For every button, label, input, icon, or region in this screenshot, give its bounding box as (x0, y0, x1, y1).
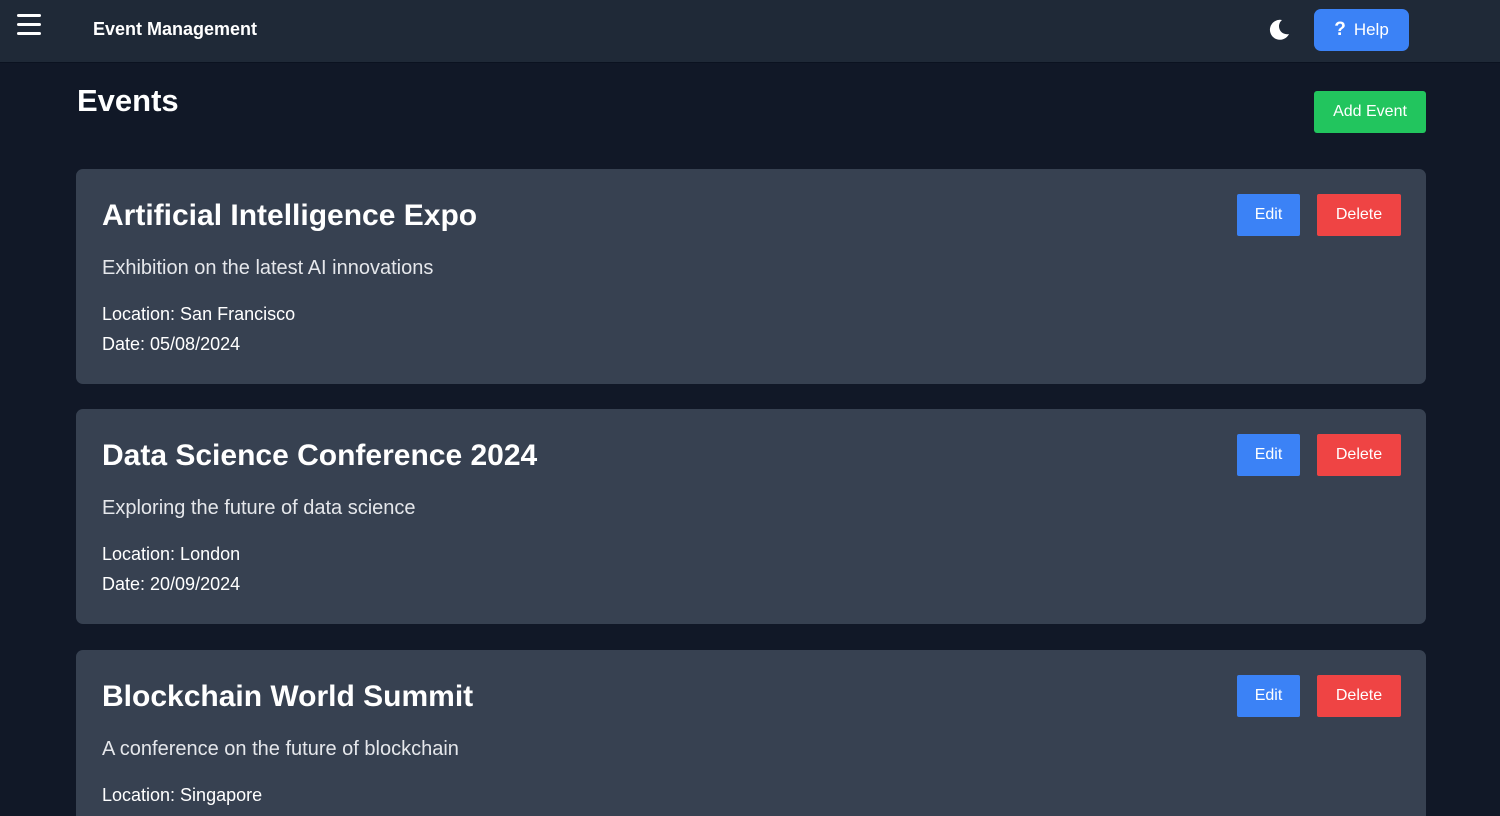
delete-event-button[interactable]: Delete (1317, 194, 1401, 236)
page-title: Events (77, 83, 179, 118)
event-location: Location: San Francisco (102, 304, 296, 324)
event-title: Blockchain World Summit (102, 680, 474, 713)
moon-icon[interactable] (1266, 17, 1292, 43)
event-location: Location: Singapore (102, 785, 263, 805)
help-button[interactable]: ? Help (1314, 9, 1409, 51)
event-card: Blockchain World Summit A conference on … (76, 650, 1426, 816)
add-event-button[interactable]: Add Event (1314, 91, 1426, 133)
event-date: Date: 05/08/2024 (102, 334, 241, 354)
event-card: Artificial Intelligence Expo Exhibition … (76, 169, 1426, 384)
delete-event-button[interactable]: Delete (1317, 675, 1401, 717)
event-description: A conference on the future of blockchain (102, 738, 459, 760)
event-description: Exploring the future of data science (102, 497, 416, 519)
delete-event-button[interactable]: Delete (1317, 434, 1401, 476)
event-card: Data Science Conference 2024 Exploring t… (76, 409, 1426, 624)
help-label: Help (1353, 20, 1389, 39)
app-title: Event Management (93, 19, 258, 39)
hamburger-menu-icon[interactable] (17, 14, 41, 36)
event-date: Date: 20/09/2024 (102, 574, 241, 594)
event-title: Artificial Intelligence Expo (102, 199, 478, 232)
event-location: Location: London (102, 544, 241, 564)
top-navigation-bar: Event Management ? Help (0, 0, 1500, 63)
edit-event-button[interactable]: Edit (1237, 434, 1300, 476)
question-mark-icon: ? (1334, 19, 1346, 40)
event-title: Data Science Conference 2024 (102, 439, 538, 472)
edit-event-button[interactable]: Edit (1237, 194, 1300, 236)
edit-event-button[interactable]: Edit (1237, 675, 1300, 717)
event-description: Exhibition on the latest AI innovations (102, 257, 434, 279)
